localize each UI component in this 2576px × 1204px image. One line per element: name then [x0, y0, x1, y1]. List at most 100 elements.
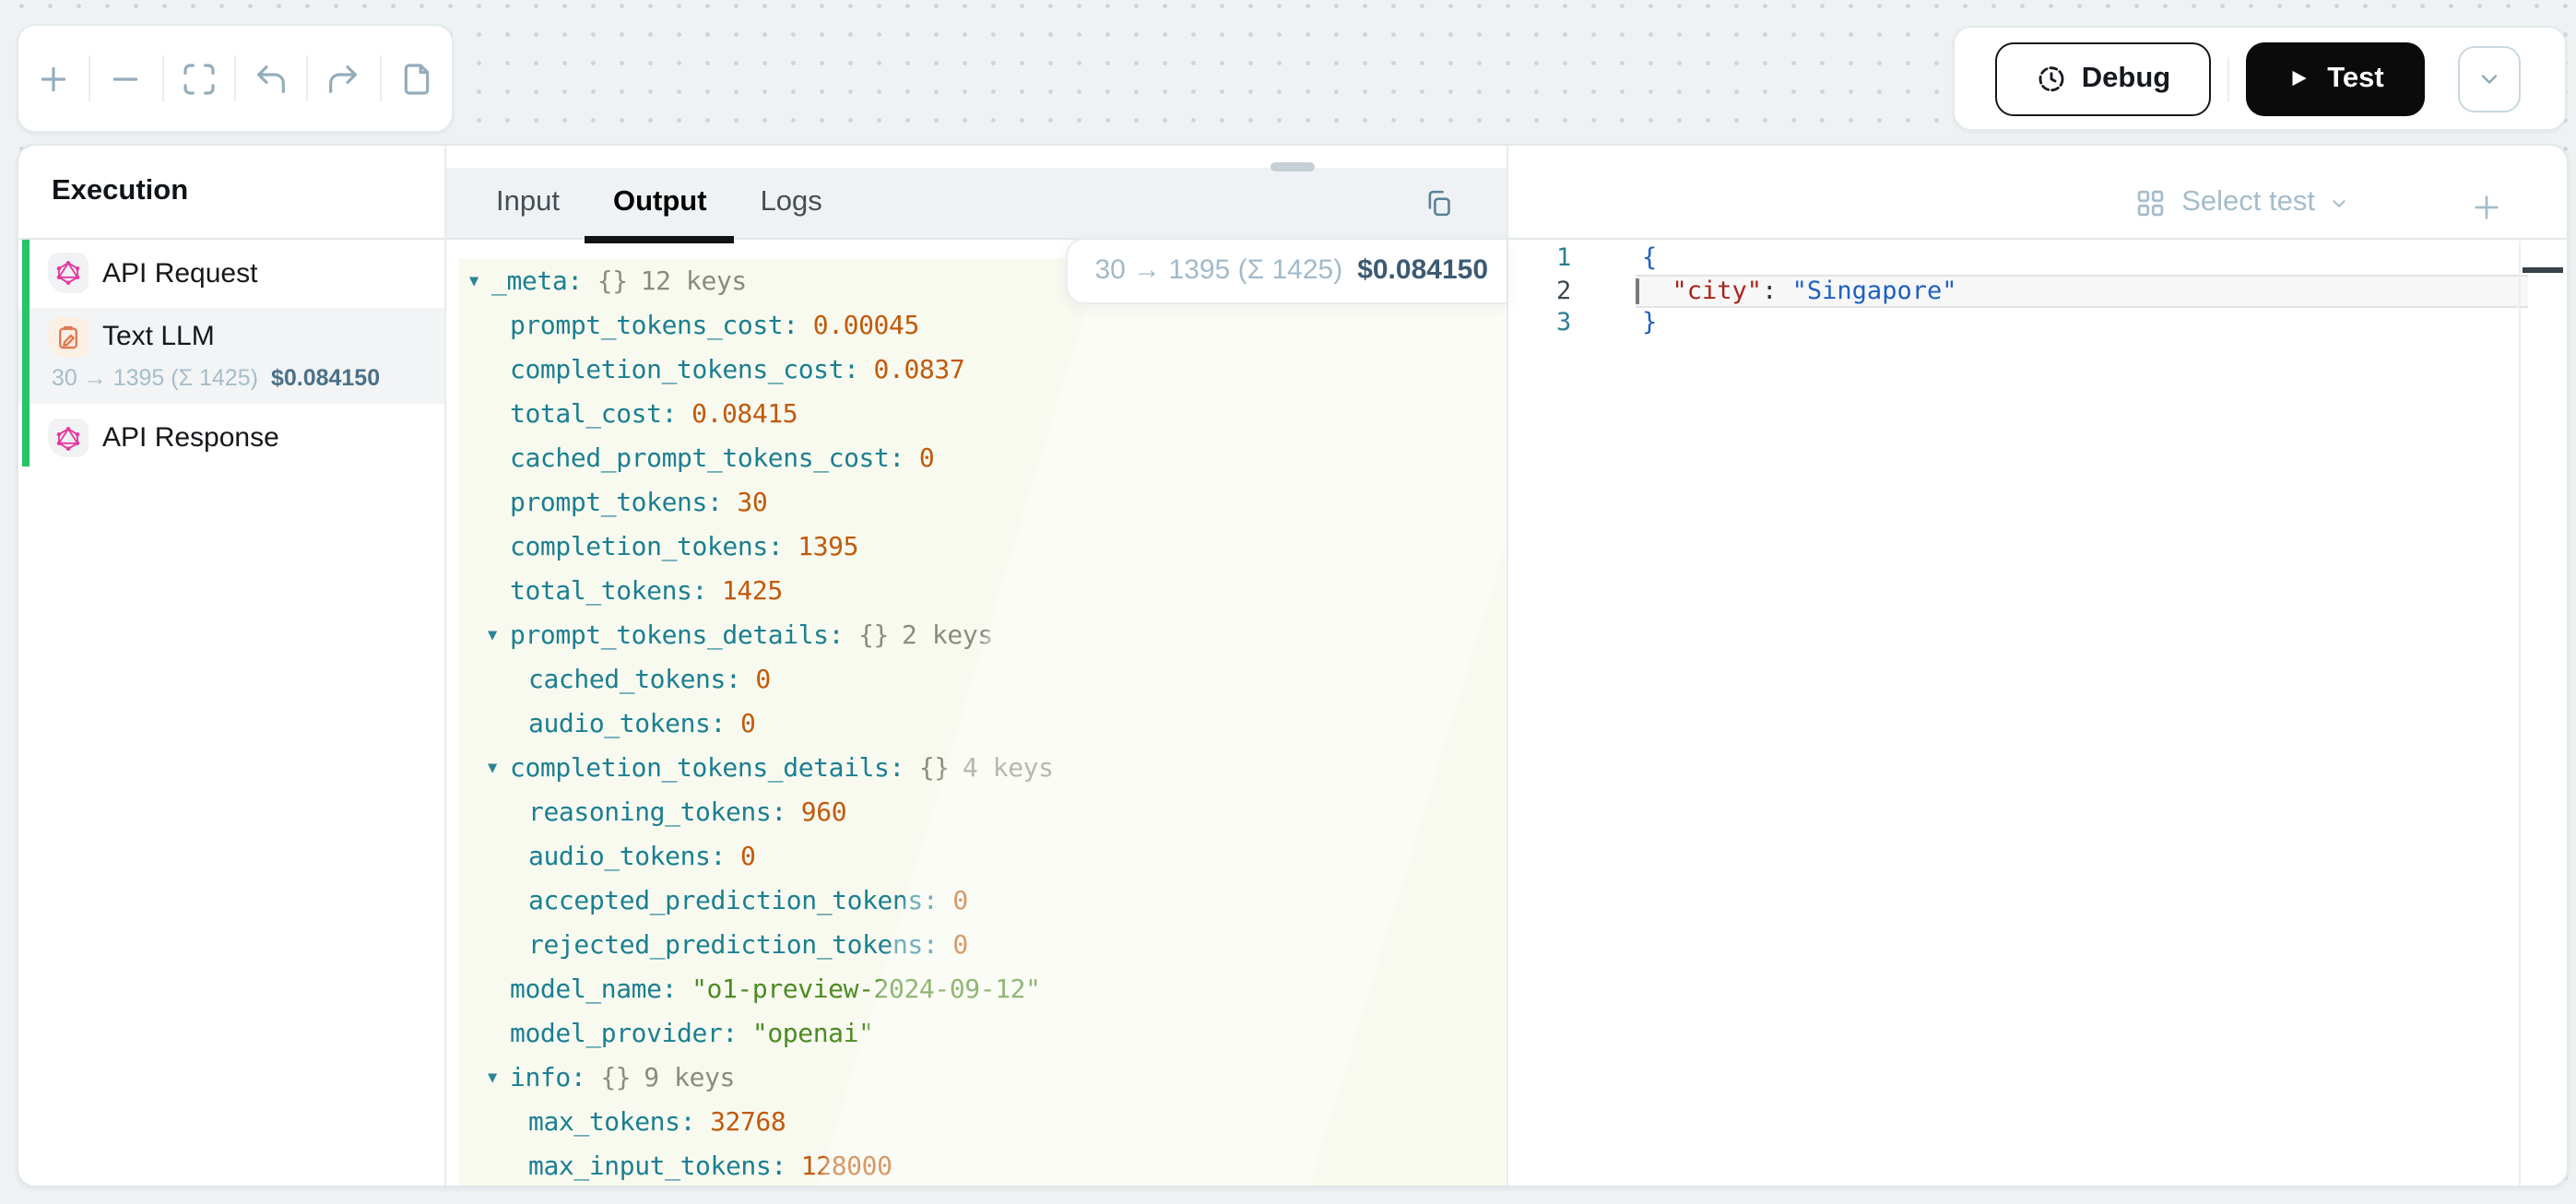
json-key: model_name:: [510, 975, 677, 1005]
json-tree-row: audio_tokens:0: [458, 835, 1507, 879]
collapse-arrow-icon[interactable]: ▼: [488, 1071, 510, 1087]
output-json-viewer[interactable]: ▼_meta:{}12 keysprompt_tokens_cost:0.000…: [458, 258, 1507, 1186]
code-token: {: [1642, 244, 1657, 274]
test-input-editor[interactable]: 1{2 "city": "Singapore"3}: [1508, 240, 2566, 1186]
editor-scrollbar-marker[interactable]: [2523, 266, 2562, 273]
json-key: _meta:: [491, 267, 583, 297]
editor-line[interactable]: 1{: [1508, 242, 2566, 275]
json-tree: ▼_meta:{}12 keysprompt_tokens_cost:0.000…: [458, 258, 1507, 1186]
panel-drag-handle[interactable]: [1270, 161, 1315, 171]
json-key: completion_tokens_details:: [510, 754, 904, 784]
run-cost: $0.084150: [271, 364, 380, 390]
json-value: "o1-preview-2024-09-12": [691, 975, 1041, 1005]
json-key: max_input_tokens:: [528, 1152, 786, 1182]
redo-button[interactable]: [313, 47, 375, 110]
execution-window: Execution: [17, 143, 2568, 1187]
notes-button[interactable]: [384, 47, 447, 110]
badge-token-usage: 30 → 1395 (Σ 1425): [1094, 254, 1342, 286]
json-tree-row: prompt_tokens:30: [458, 481, 1507, 525]
execution-node-label: API Request: [102, 257, 257, 289]
copy-output-button[interactable]: [1423, 187, 1453, 223]
code-token: "Singapore": [1792, 277, 1957, 306]
badge-cost: $0.084150: [1357, 254, 1488, 286]
inspector-tabs: Input Output Logs: [496, 168, 822, 238]
plus-icon: [2470, 191, 2501, 222]
chevron-down-icon: [2476, 65, 2502, 91]
code-token: :: [1762, 277, 1777, 306]
json-value: 0: [740, 710, 755, 739]
collapse-arrow-icon[interactable]: ▼: [488, 761, 510, 777]
add-test-button[interactable]: [2470, 191, 2501, 228]
editor-line[interactable]: 2 "city": "Singapore": [1508, 275, 2566, 307]
json-key-count: 9 keys: [644, 1064, 735, 1093]
workflow-canvas: Debug Test Execution: [0, 0, 2576, 1204]
json-tree-row: completion_tokens_cost: 0.0837: [458, 348, 1507, 393]
json-key: accepted_prediction_tokens:: [528, 887, 938, 916]
collapse-arrow-icon[interactable]: ▼: [469, 275, 491, 290]
debug-button[interactable]: Debug: [1995, 41, 2211, 115]
zoom-out-button[interactable]: [95, 47, 158, 110]
canvas-toolbar: [17, 24, 454, 133]
json-key: cached_tokens:: [528, 666, 740, 695]
tab-label: Input: [496, 186, 560, 219]
collapse-arrow-icon[interactable]: ▼: [488, 629, 510, 644]
execution-node-api-response[interactable]: API Response: [18, 407, 443, 469]
json-value: 0.0837: [874, 356, 965, 385]
undo-button[interactable]: [240, 47, 302, 110]
execution-node-label: Text LLM: [102, 322, 215, 353]
editor-scrollbar-track: [2519, 241, 2521, 1186]
json-key: rejected_prediction_tokens:: [528, 931, 938, 961]
undo-icon: [253, 60, 290, 97]
redo-icon: [325, 60, 362, 97]
select-test-label: Select test: [2181, 186, 2315, 219]
test-button[interactable]: Test: [2246, 41, 2425, 115]
execution-node-text-llm[interactable]: Text LLM 30 → 1395 (Σ 1425) $0.084150: [18, 308, 443, 403]
editor-lines: 1{2 "city": "Singapore"3}: [1508, 242, 2566, 339]
usage-badge: 30 → 1395 (Σ 1425) $0.084150: [1065, 237, 1507, 303]
zoom-in-button[interactable]: [22, 47, 85, 110]
editor-line[interactable]: 3}: [1508, 307, 2566, 339]
json-value: 0: [919, 444, 934, 474]
json-tree-row: total_cost:0.08415: [458, 393, 1507, 437]
json-key: prompt_tokens_cost:: [510, 312, 798, 341]
token-usage: 30 → 1395 (Σ 1425): [52, 364, 258, 390]
json-value: 0: [952, 887, 967, 916]
tab-logs[interactable]: Logs: [761, 168, 822, 238]
json-tree-row: reasoning_tokens: 960: [458, 791, 1507, 835]
braces-icon: {}: [597, 267, 628, 297]
run-controls-toolbar: Debug Test: [1953, 26, 2566, 131]
execution-node-usage: 30 → 1395 (Σ 1425) $0.084150: [48, 364, 443, 390]
execution-node-api-request[interactable]: API Request: [18, 242, 443, 304]
tab-input[interactable]: Input: [496, 168, 560, 238]
json-tree-row: model_provider:"openai": [458, 1012, 1507, 1056]
line-number: 1: [1508, 244, 1636, 274]
execution-status-bar: [22, 240, 29, 466]
test-options-button[interactable]: [2458, 45, 2521, 112]
json-tree-row: cached_prompt_tokens_cost:0: [458, 437, 1507, 481]
select-test-dropdown[interactable]: Select test: [2134, 168, 2348, 238]
json-key: audio_tokens:: [528, 710, 726, 739]
json-tree-row: accepted_prediction_tokens: 0: [458, 879, 1507, 924]
json-tree-row: prompt_tokens_cost:0.00045: [458, 304, 1507, 348]
test-editor-panel: Select test 1{2 "city": "Singapore"3}: [1508, 145, 2566, 1186]
execution-node-label: API Response: [102, 422, 279, 454]
chevron-down-icon: [2328, 193, 2348, 213]
json-value: 0: [952, 931, 967, 961]
text-cursor: [1636, 278, 1638, 303]
toolbar-divider: [2227, 56, 2229, 100]
execution-node-list: API Request Text LLM: [18, 242, 443, 473]
tab-output[interactable]: Output: [613, 168, 707, 238]
code-token: "city": [1672, 277, 1763, 306]
json-tree-row: model_name: "o1-preview-2024-09-12": [458, 968, 1507, 1012]
toolbar-divider: [379, 55, 381, 101]
graphql-node-icon: [48, 419, 88, 458]
debug-button-label: Debug: [2082, 62, 2170, 95]
json-value: 960: [801, 798, 846, 828]
json-value: 1425: [722, 577, 783, 607]
json-tree-row: cached_tokens:0: [458, 658, 1507, 702]
plus-icon: [35, 60, 72, 97]
json-key: reasoning_tokens:: [528, 798, 786, 828]
fit-view-button[interactable]: [168, 47, 230, 110]
json-key: info:: [510, 1064, 585, 1093]
json-key: completion_tokens_cost:: [510, 356, 859, 385]
